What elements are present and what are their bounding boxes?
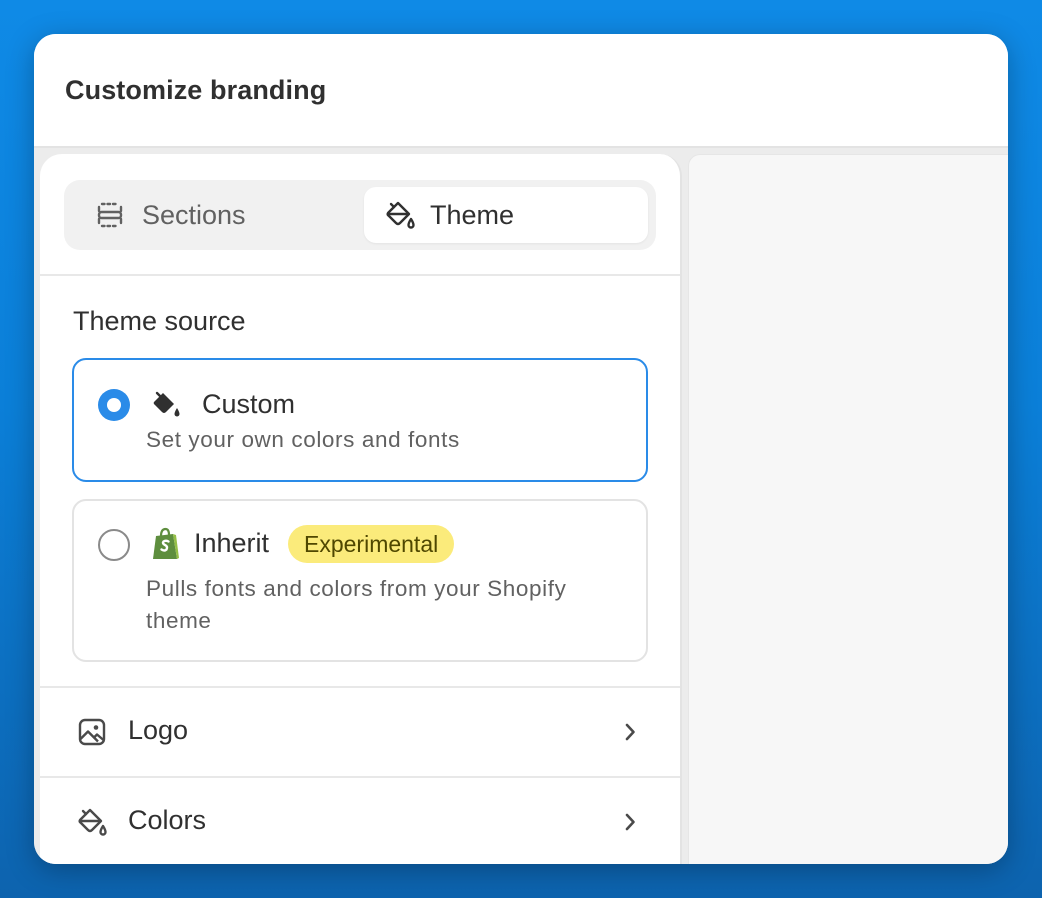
radio-inherit[interactable] <box>98 529 130 561</box>
theme-source-label: Theme source <box>73 306 246 336</box>
settings-panel: Sections Theme Theme source Custom Set y… <box>40 154 682 864</box>
shopify-bag-icon <box>150 527 182 559</box>
tab-theme-label: Theme <box>430 199 515 230</box>
tab-sections-label: Sections <box>142 199 246 230</box>
paint-bucket-icon <box>384 199 416 231</box>
theme-option-custom[interactable]: Custom Set your own colors and fonts <box>72 358 648 482</box>
page-title: Customize branding <box>65 75 327 105</box>
option-inherit-description-line2: theme <box>146 608 212 633</box>
divider <box>40 274 680 276</box>
tab-theme[interactable]: Theme <box>364 187 648 243</box>
content-area: Sections Theme Theme source Custom Set y… <box>34 148 1008 864</box>
settings-row-logo-label: Logo <box>128 715 189 745</box>
option-inherit-description-line1: Pulls fonts and colors from your Shopify <box>146 576 567 601</box>
paint-bucket-icon <box>76 806 108 838</box>
settings-row-colors[interactable]: Colors <box>40 778 680 864</box>
option-custom-title: Custom <box>202 389 296 419</box>
theme-option-inherit[interactable]: Inherit Experimental Pulls fonts and col… <box>72 499 648 662</box>
tab-sections[interactable]: Sections <box>72 187 356 243</box>
chevron-right-icon <box>616 808 644 836</box>
option-inherit-title: Inherit <box>194 528 270 558</box>
experimental-badge: Experimental <box>288 525 455 563</box>
paint-bucket-icon <box>150 388 182 420</box>
branding-window: Customize branding Sections Theme Theme … <box>34 34 1008 864</box>
view-toggle: Sections Theme <box>64 180 656 250</box>
settings-row-logo[interactable]: Logo <box>40 688 680 776</box>
window-header: Customize branding <box>34 34 1008 148</box>
radio-custom[interactable] <box>98 389 130 421</box>
chevron-right-icon <box>616 718 644 746</box>
image-icon <box>76 716 108 748</box>
preview-pane <box>688 154 1008 864</box>
sections-icon <box>94 199 126 231</box>
settings-row-colors-label: Colors <box>128 805 207 835</box>
option-custom-description: Set your own colors and fonts <box>146 427 460 452</box>
